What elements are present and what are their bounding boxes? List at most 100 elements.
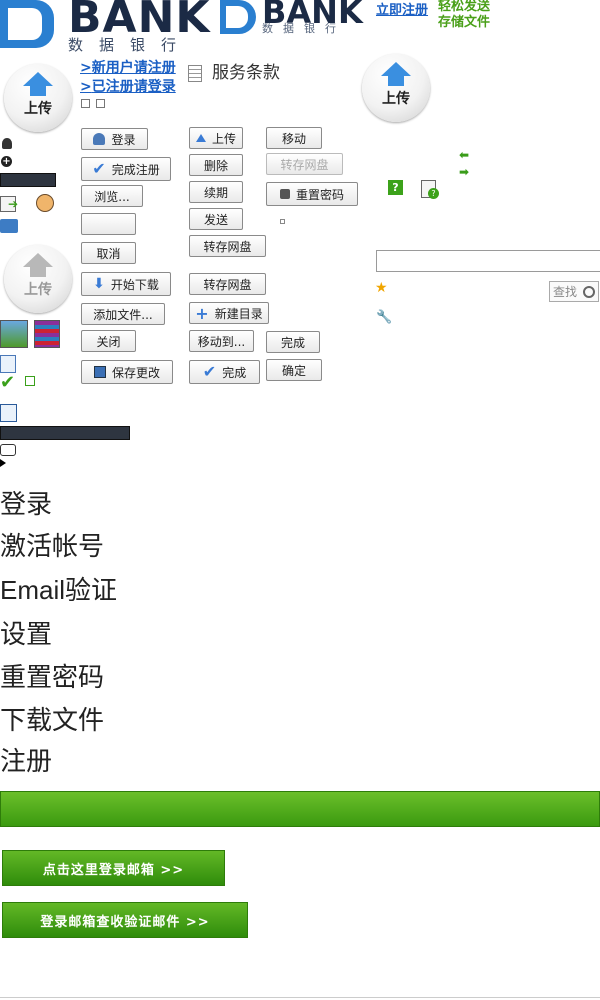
- collapse-icon[interactable]: [81, 99, 90, 108]
- menu-item-download[interactable]: 下载文件: [0, 700, 104, 737]
- search-button[interactable]: 查找: [549, 281, 599, 302]
- upload-arrow-icon: [23, 253, 53, 267]
- bank-logo-icon: [0, 0, 54, 48]
- finish-register-button-label: 完成注册: [111, 162, 160, 177]
- bank-logo-subtitle: 数据银行: [68, 36, 193, 54]
- new-folder-button[interactable]: + 新建目录: [189, 302, 269, 324]
- move-button[interactable]: 移动: [266, 127, 322, 149]
- close-button-label: 关闭: [96, 334, 121, 349]
- cancel-button[interactable]: 取消: [81, 242, 136, 264]
- plus-icon: +: [195, 303, 209, 323]
- done-check-button[interactable]: ✔ 完成: [189, 360, 260, 384]
- close-button[interactable]: 关闭: [81, 330, 136, 352]
- collapse-expand-icons[interactable]: [81, 99, 105, 110]
- network-icon: [0, 219, 18, 233]
- check-icon: ✔: [202, 362, 217, 381]
- start-download-button[interactable]: ⬇ 开始下载: [81, 272, 171, 296]
- arrow-right-icon[interactable]: ➡: [459, 165, 469, 179]
- bank-logo-small-subtitle: 数据银行: [262, 22, 346, 35]
- user-avatar-icon: [36, 194, 54, 212]
- move-button-label: 移动: [281, 131, 306, 146]
- slogan-line-1: 轻松发送: [438, 0, 491, 14]
- browse-button[interactable]: 浏览...: [81, 185, 143, 207]
- add-file-button-label: 添加文件...: [93, 307, 153, 322]
- save-changes-button-label: 保存更改: [111, 365, 160, 380]
- upload-arrow-stem: [30, 86, 46, 96]
- upload-arrow-stem: [388, 76, 404, 86]
- finish-register-button[interactable]: ✔ 完成注册: [81, 157, 171, 181]
- terms-of-service-label: 服务条款: [212, 63, 280, 83]
- save-disk-icon: [93, 366, 106, 378]
- check-mail-button[interactable]: 登录邮箱查收验证邮件 >>: [2, 902, 248, 938]
- help-badge-icon: ?: [428, 188, 439, 199]
- transfer-disk-button-2[interactable]: 转存网盘: [189, 273, 266, 295]
- upload-button-disabled: 上传: [4, 245, 72, 313]
- add-circle-icon: +: [1, 156, 12, 167]
- help-icon[interactable]: ?: [388, 180, 403, 195]
- delete-button-label: 删除: [203, 158, 228, 173]
- send-button[interactable]: 发送: [189, 208, 243, 230]
- menu-item-settings[interactable]: 设置: [0, 614, 52, 651]
- comment-icon: [0, 444, 16, 456]
- archive-file-icon: [34, 320, 60, 348]
- ok-button[interactable]: 确定: [266, 359, 322, 381]
- upload-arrow-icon: [381, 62, 411, 76]
- move-to-button[interactable]: 移动到...: [189, 330, 254, 352]
- star-icon[interactable]: ★: [375, 280, 388, 296]
- new-user-register-link[interactable]: >新用户请注册: [80, 59, 176, 78]
- check-icon: ✔: [92, 159, 106, 178]
- renew-button[interactable]: 续期: [189, 181, 243, 203]
- done-button[interactable]: 完成: [266, 331, 320, 353]
- menu-item-activate[interactable]: 激活帐号: [0, 526, 104, 563]
- existing-user-login-link[interactable]: >已注册请登录: [80, 78, 176, 97]
- transfer-disk-button-label: 转存网盘: [203, 277, 252, 292]
- upload-arrow-icon: [23, 72, 53, 86]
- start-download-button-label: 开始下载: [110, 277, 159, 292]
- existing-user-login-label: 已注册请登录: [91, 79, 176, 95]
- search-icon: [583, 285, 596, 298]
- upload-arrow-icon: [195, 134, 206, 142]
- arrow-left-icon[interactable]: ⬅: [459, 148, 469, 162]
- login-mail-button[interactable]: 点击这里登录邮箱 >>: [2, 850, 225, 886]
- new-user-register-label: 新用户请注册: [91, 60, 176, 76]
- expand-icon[interactable]: [95, 99, 105, 108]
- restore-window-icon: [25, 376, 35, 386]
- green-banner-bar: [0, 791, 600, 827]
- reset-password-button-label: 重置密码: [295, 187, 344, 202]
- bottom-divider: [0, 997, 600, 998]
- reset-password-button[interactable]: 重置密码: [266, 182, 358, 206]
- document-icon: [188, 64, 202, 82]
- progress-bar-track: [0, 426, 130, 440]
- search-input[interactable]: [376, 250, 600, 272]
- lock-icon: [279, 189, 290, 199]
- login-button[interactable]: 登录: [81, 128, 148, 150]
- move-to-button-label: 移动到...: [197, 334, 246, 349]
- user-icon: [2, 138, 12, 149]
- browse-button-label: 浏览...: [94, 189, 130, 204]
- new-folder-button-label: 新建目录: [214, 306, 263, 321]
- terms-of-service[interactable]: 服务条款: [188, 58, 280, 83]
- upload-button-right[interactable]: 上传: [362, 54, 430, 122]
- done-button-label: 完成: [280, 335, 305, 350]
- delete-button[interactable]: 删除: [189, 154, 243, 176]
- upload-label: 上传: [382, 91, 410, 107]
- transfer-disk-button-1[interactable]: 转存网盘: [189, 235, 266, 257]
- ok-button-label: 确定: [281, 363, 306, 378]
- add-file-button[interactable]: 添加文件...: [81, 303, 165, 325]
- save-changes-button[interactable]: 保存更改: [81, 360, 173, 384]
- slogan-line-2: 存储文件: [438, 15, 491, 30]
- upload-small-button[interactable]: 上传: [189, 127, 243, 149]
- menu-item-reset-password[interactable]: 重置密码: [0, 657, 104, 694]
- menu-item-email-verify[interactable]: Email验证: [0, 570, 117, 607]
- wrench-icon[interactable]: 🔧: [376, 310, 392, 325]
- account-links: >新用户请注册 >已注册请登录: [80, 59, 176, 97]
- empty-button[interactable]: [81, 213, 136, 235]
- checkmark-icon: ✔: [0, 372, 16, 393]
- upload-button-large[interactable]: 上传: [4, 64, 72, 132]
- user-icon: [93, 133, 106, 145]
- menu-item-login[interactable]: 登录: [0, 484, 52, 521]
- done-check-button-label: 完成: [222, 365, 247, 380]
- cursor-arrow-icon: [0, 459, 6, 467]
- menu-item-register[interactable]: 注册: [0, 741, 52, 778]
- register-now-link[interactable]: 立即注册: [376, 0, 428, 18]
